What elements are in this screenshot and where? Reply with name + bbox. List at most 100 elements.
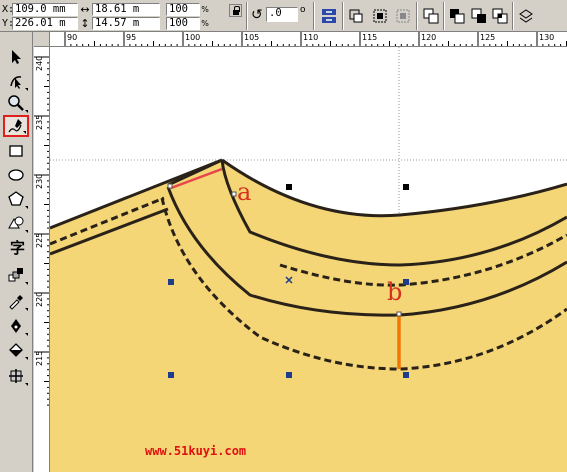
property-bar: X: 109.0 mm ↔ 18.61 m 100 % Y: 226.01 m … [0, 0, 567, 32]
ruler-label: 240 [35, 56, 44, 71]
interactive-blend-tool[interactable] [3, 264, 29, 286]
separator [342, 2, 344, 30]
convert-curves-icon [519, 9, 533, 23]
x-position-row: X: 109.0 mm ↔ 18.61 m 100 % [2, 3, 210, 16]
ruler-label: 105 [244, 33, 259, 42]
selection-handle[interactable] [286, 372, 292, 378]
percent-y-label: % [201, 19, 209, 28]
pattern-drawing [50, 47, 567, 472]
text-tool[interactable]: 字 [3, 236, 29, 258]
ruler-label: 110 [303, 33, 318, 42]
rectangle-icon [9, 145, 23, 157]
group-icon [349, 9, 363, 23]
rectangle-tool[interactable] [3, 140, 29, 162]
interactive-fill-icon [9, 369, 23, 383]
trim-icon [471, 8, 486, 23]
y-position-row: Y: 226.01 m ↕ 14.57 m 100 % [2, 17, 210, 30]
ruler-label: 120 [421, 33, 436, 42]
paint-bucket-icon [9, 343, 23, 357]
basic-shapes-icon [8, 216, 24, 229]
ruler-label: 115 [362, 33, 377, 42]
drawing-canvas[interactable]: a b www.51kuyi.com [50, 47, 567, 472]
intersect-button[interactable] [489, 5, 511, 27]
y-position-field[interactable]: 226.01 m [12, 17, 78, 30]
ruler-label: 235 [35, 115, 44, 130]
selection-handle[interactable] [403, 372, 409, 378]
freehand-tool[interactable] [3, 115, 29, 137]
polygon-tool[interactable] [3, 188, 29, 210]
node-point[interactable] [231, 191, 237, 197]
separator [246, 2, 248, 30]
pick-tool[interactable] [3, 46, 29, 68]
basic-shapes-tool[interactable] [3, 212, 29, 234]
ruler-label: 230 [35, 174, 44, 189]
ruler-label: 125 [480, 33, 495, 42]
selection-handle[interactable] [286, 184, 292, 190]
vertical-ruler[interactable]: 240 235 230 225 220 215 [34, 47, 50, 472]
ellipse-tool[interactable] [3, 164, 29, 186]
combine-icon [423, 8, 439, 24]
ungroup-all-button[interactable] [392, 5, 414, 27]
eyedropper-tool[interactable] [3, 290, 29, 312]
horizontal-ruler-ticks: 90 95 100 105 110 115 120 125 130 [64, 32, 567, 46]
y-label: Y: [2, 18, 15, 29]
vertical-ruler-ticks: 240 235 230 225 220 215 [34, 56, 49, 406]
selection-handle[interactable] [168, 372, 174, 378]
ruler-label: 220 [35, 292, 44, 307]
node-point[interactable] [167, 183, 173, 189]
ruler-label: 100 [185, 33, 200, 42]
separator [512, 2, 514, 30]
magnifier-icon [8, 95, 24, 111]
separator [313, 2, 315, 30]
ruler-corner[interactable] [34, 32, 50, 47]
selection-handle[interactable] [403, 184, 409, 190]
outline-tool[interactable] [3, 315, 29, 337]
garment-body-fill[interactable] [50, 160, 567, 472]
svg-text:字: 字 [10, 239, 25, 256]
trim-button[interactable] [468, 5, 490, 27]
ruler-label: 95 [126, 33, 136, 42]
polygon-icon [8, 191, 24, 206]
ungroup-icon [373, 9, 387, 23]
width-arrow-icon: ↔ [80, 3, 90, 16]
toolbox: 字 [0, 32, 33, 472]
x-position-field[interactable]: 109.0 mm [12, 3, 78, 16]
group-button[interactable] [345, 5, 367, 27]
rotation-field[interactable]: .0 [266, 7, 298, 22]
convert-to-curves-button[interactable] [515, 5, 537, 27]
separator [443, 2, 445, 30]
pen-nib-icon [11, 319, 21, 333]
zoom-tool[interactable] [3, 92, 29, 114]
scale-y-field[interactable]: 100 [166, 17, 200, 30]
ruler-label: 130 [539, 33, 554, 42]
eyedropper-icon [9, 295, 23, 310]
ungroup-all-icon [396, 9, 410, 23]
mirror-button[interactable] [318, 5, 340, 27]
selection-handle[interactable] [168, 279, 174, 285]
shape-tool[interactable] [3, 70, 29, 92]
text-icon: 字 [10, 239, 25, 256]
shape-edit-icon [10, 76, 22, 89]
width-field[interactable]: 18.61 m [92, 3, 160, 16]
combine-button[interactable] [420, 5, 442, 27]
weld-icon [450, 9, 465, 24]
ungroup-button[interactable] [369, 5, 391, 27]
arrow-icon [12, 50, 21, 64]
watermark-text: www.51kuyi.com [145, 444, 247, 458]
interactive-fill-tool[interactable] [3, 365, 29, 387]
label-a: a [237, 178, 252, 206]
height-field[interactable]: 14.57 m [92, 17, 160, 30]
ellipse-icon [8, 169, 24, 181]
percent-x-label: % [201, 5, 209, 14]
selection-handle[interactable] [403, 279, 409, 285]
x-label: X: [2, 4, 15, 15]
ruler-label: 225 [35, 233, 44, 248]
lock-ratio-icon[interactable] [229, 4, 242, 17]
fill-tool[interactable] [3, 339, 29, 361]
node-point[interactable] [396, 311, 402, 317]
scale-x-field[interactable]: 100 [166, 3, 200, 16]
weld-button[interactable] [446, 5, 468, 27]
horizontal-ruler[interactable]: 90 95 100 105 110 115 120 125 130 [50, 32, 567, 47]
intersect-icon [492, 8, 508, 24]
degree-label: o [300, 5, 306, 15]
